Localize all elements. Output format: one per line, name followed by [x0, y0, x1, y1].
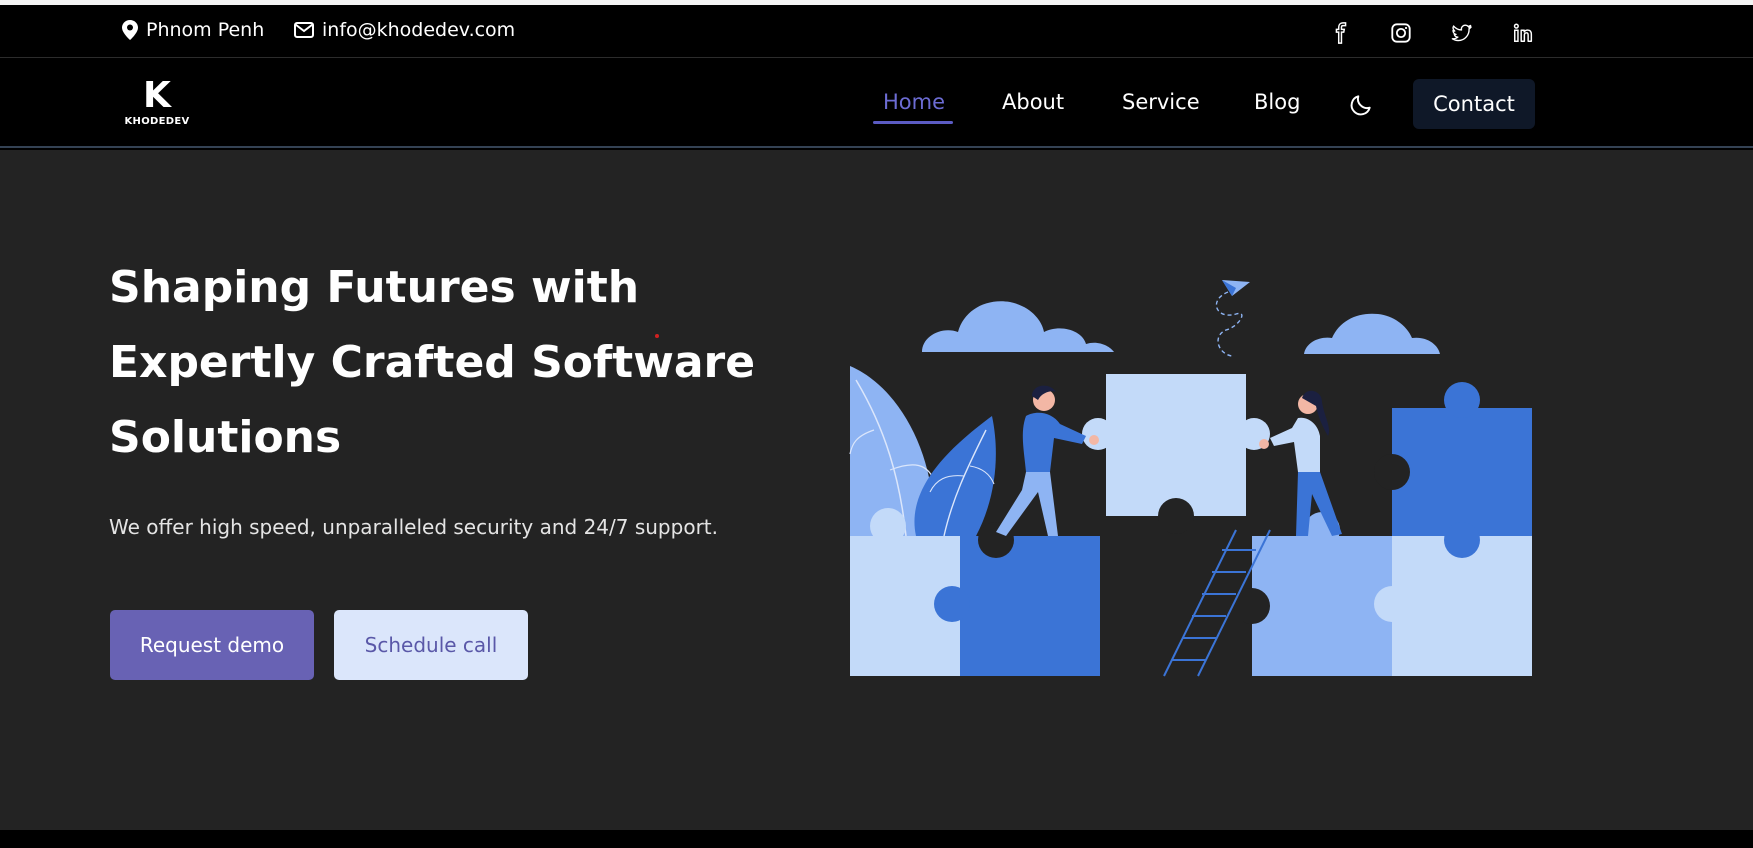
- main-navbar: K KHODEDEV Home About Service Blog Conta…: [0, 58, 1753, 148]
- email-text[interactable]: info@khodedev.com: [322, 19, 515, 41]
- location-info: Phnom Penh: [122, 19, 264, 41]
- location-text: Phnom Penh: [146, 19, 265, 41]
- puzzle-piece-mid: [1252, 536, 1392, 676]
- person-right: [1259, 390, 1342, 536]
- bottom-bar: [0, 830, 1753, 848]
- linkedin-icon[interactable]: [1508, 18, 1538, 48]
- puzzle-teamwork-illustration: [849, 280, 1532, 677]
- cursor-dot: [655, 334, 659, 338]
- cloud-left: [922, 301, 1114, 352]
- person-left: [996, 385, 1099, 536]
- hero-title-line: Shaping Futures with: [109, 262, 640, 313]
- mail-icon: [294, 22, 314, 38]
- cloud-right: [1304, 313, 1440, 354]
- hero-section: Shaping Futures with Expertly Crafted So…: [0, 150, 1753, 830]
- nav-link-about[interactable]: About: [1002, 90, 1064, 114]
- facebook-icon[interactable]: [1326, 18, 1356, 48]
- puzzle-piece-top-right: [1392, 408, 1532, 536]
- moon-icon[interactable]: [1348, 92, 1374, 118]
- map-pin-icon: [122, 20, 138, 40]
- logo[interactable]: K KHODEDEV: [124, 78, 190, 128]
- puzzle-piece-floating: [1106, 374, 1246, 516]
- top-contact-bar: Phnom Penh info@khodedev.com: [0, 5, 1753, 58]
- nav-link-blog[interactable]: Blog: [1254, 90, 1300, 114]
- hero-subtitle: We offer high speed, unparalleled securi…: [109, 515, 718, 539]
- active-nav-indicator: [873, 121, 953, 124]
- hero-title-line: Expertly Crafted Software: [109, 337, 756, 388]
- request-demo-button[interactable]: Request demo: [110, 610, 314, 680]
- instagram-icon[interactable]: [1386, 18, 1416, 48]
- logo-mark: K: [143, 75, 171, 116]
- nav-link-service[interactable]: Service: [1122, 90, 1200, 114]
- twitter-icon[interactable]: [1447, 18, 1477, 48]
- paper-plane-icon: [1215, 280, 1250, 357]
- email-info[interactable]: info@khodedev.com: [294, 19, 515, 41]
- logo-text: KHODEDEV: [124, 116, 190, 127]
- contact-button[interactable]: Contact: [1413, 79, 1535, 129]
- schedule-call-button[interactable]: Schedule call: [334, 610, 528, 680]
- puzzle-piece-dark: [960, 536, 1100, 676]
- nav-link-home[interactable]: Home: [883, 90, 945, 114]
- hero-title: Shaping Futures with Expertly Crafted So…: [109, 250, 769, 475]
- hero-title-line: Solutions: [109, 412, 342, 463]
